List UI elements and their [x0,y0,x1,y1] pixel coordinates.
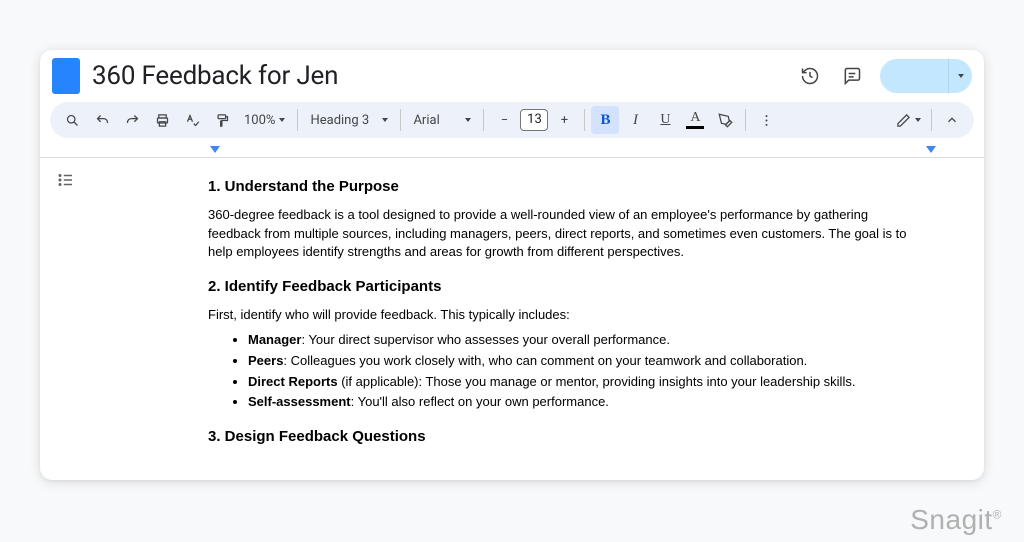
bold-button[interactable]: B [591,106,619,134]
separator [745,109,746,131]
collapse-toolbar-icon[interactable] [938,106,966,134]
toolbar: 100% Heading 3 Arial − 13 + B I U [50,102,974,138]
document-window: 360 Feedback for Jen [40,50,984,480]
outline-toggle-icon[interactable] [54,168,78,192]
more-format-icon[interactable] [752,106,780,134]
paragraph-style-dropdown[interactable]: Heading 3 [304,106,394,134]
participants-list[interactable]: Manager: Your direct supervisor who asse… [208,331,924,412]
indent-marker-left-icon[interactable] [210,146,220,153]
heading-2[interactable]: 2. Identify Feedback Participants [208,276,924,298]
list-item: Manager: Your direct supervisor who asse… [248,331,924,350]
separator [400,109,401,131]
comments-icon[interactable] [838,62,866,90]
highlight-color-button[interactable] [711,106,739,134]
title-bar: 360 Feedback for Jen [40,50,984,98]
font-family-value: Arial [413,113,439,128]
history-icon[interactable] [796,62,824,90]
font-size-increase[interactable]: + [550,106,578,134]
document-page[interactable]: 1. Understand the Purpose 360-degree fee… [88,158,984,480]
share-dropdown[interactable] [948,59,972,93]
heading-3[interactable]: 3. Design Feedback Questions [208,426,924,448]
ruler[interactable] [40,144,984,158]
share-main[interactable] [880,59,948,93]
heading-1[interactable]: 1. Understand the Purpose [208,176,924,198]
list-item: Direct Reports (if applicable): Those yo… [248,373,924,392]
paragraph-2[interactable]: First, identify who will provide feedbac… [208,306,924,325]
docs-logo-icon[interactable] [52,58,80,94]
font-size-group: − 13 + [490,106,578,134]
separator [297,109,298,131]
editing-mode-button[interactable] [892,106,925,134]
toolbar-container: 100% Heading 3 Arial − 13 + B I U [40,98,984,144]
spellcheck-icon[interactable] [178,106,206,134]
zoom-dropdown[interactable]: 100% [238,106,291,134]
list-item: Peers: Colleagues you work closely with,… [248,352,924,371]
font-family-dropdown[interactable]: Arial [407,106,477,134]
text-color-button[interactable]: A [681,106,709,134]
separator [584,109,585,131]
share-button[interactable] [880,59,972,93]
zoom-value: 100% [244,113,275,128]
separator [483,109,484,131]
search-icon[interactable] [58,106,86,134]
underline-button[interactable]: U [651,106,679,134]
print-icon[interactable] [148,106,176,134]
redo-icon[interactable] [118,106,146,134]
snagit-watermark: Snagit® [910,504,1002,536]
document-body: 1. Understand the Purpose 360-degree fee… [40,158,984,480]
document-title[interactable]: 360 Feedback for Jen [92,61,784,91]
italic-button[interactable]: I [621,106,649,134]
font-size-decrease[interactable]: − [490,106,518,134]
font-size-input[interactable]: 13 [520,109,548,131]
paragraph-style-value: Heading 3 [310,113,369,128]
paragraph-1[interactable]: 360-degree feedback is a tool designed t… [208,206,924,263]
paint-format-icon[interactable] [208,106,236,134]
indent-marker-right-icon[interactable] [926,146,936,153]
list-item: Self-assessment: You'll also reflect on … [248,393,924,412]
separator [931,109,932,131]
undo-icon[interactable] [88,106,116,134]
text-color-letter: A [690,111,700,125]
title-actions [796,59,972,93]
text-color-swatch [686,126,704,129]
left-gutter [40,158,88,480]
